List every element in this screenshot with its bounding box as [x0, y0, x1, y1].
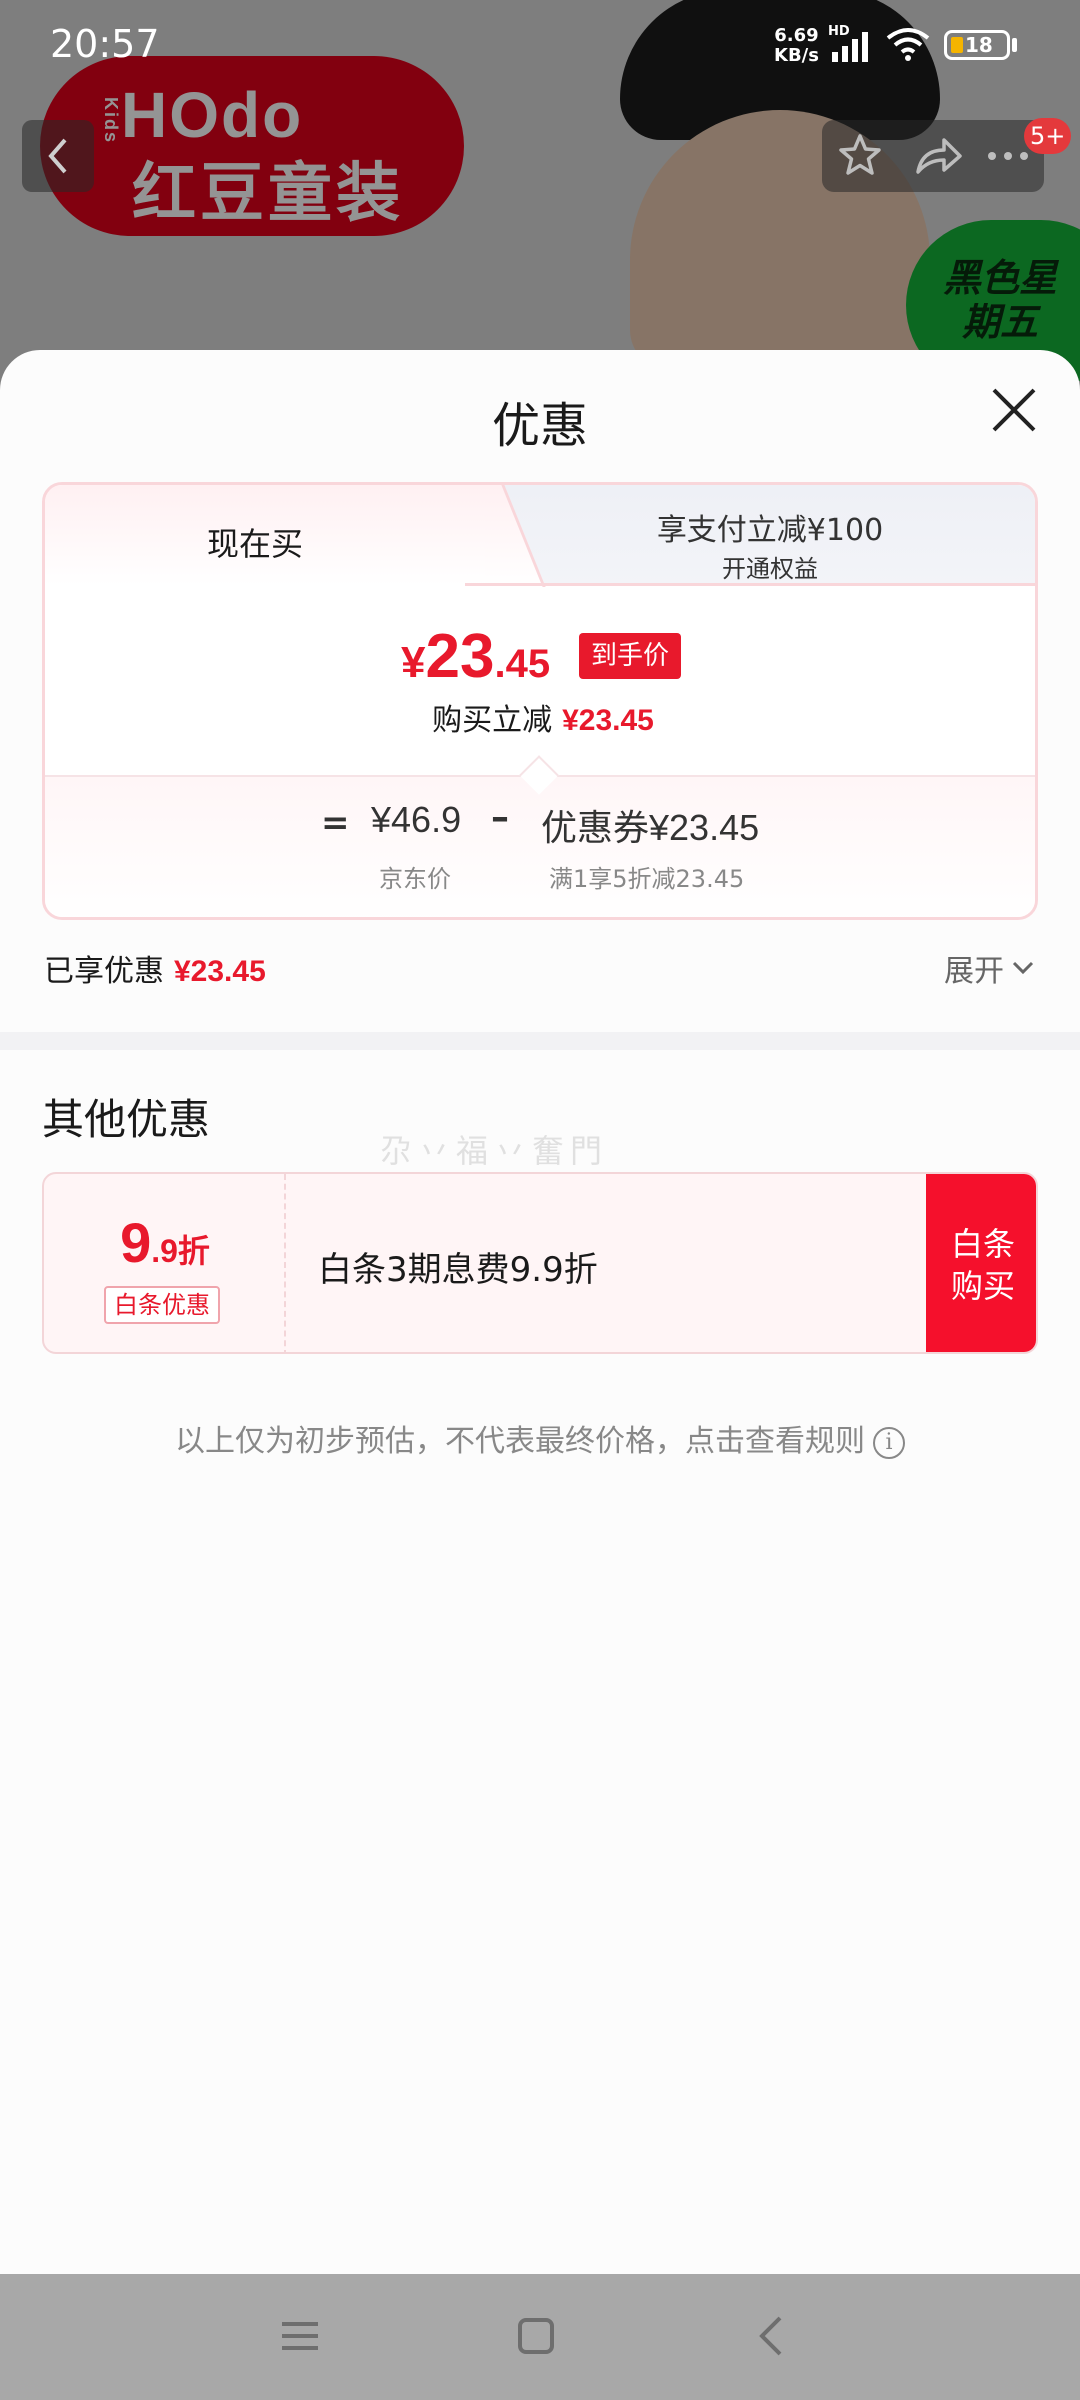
baitiao-buy-button[interactable]: 白条 购买 [926, 1174, 1036, 1352]
close-icon[interactable] [986, 382, 1042, 438]
tab-pay-discount-sub: 开通权益 [722, 555, 818, 583]
other-discounts-title: 其他优惠 [42, 1095, 211, 1144]
jd-price-label: 京东价 [379, 865, 451, 893]
info-icon: i [873, 1426, 905, 1459]
chevron-down-icon [1012, 961, 1034, 975]
minus-sign: – [491, 797, 509, 838]
equals-sign: = [321, 803, 350, 843]
discount-sheet: 优惠 现在买 享支付立减¥100 开通权益 ¥23.45 到手价 购买立减 ¥23… [0, 350, 1080, 2274]
section-divider [0, 1032, 1080, 1050]
expand-button[interactable]: 展开 [944, 946, 1034, 990]
star-icon[interactable] [832, 128, 888, 184]
watermark: 尕丷福丷奮門 [380, 1132, 609, 1170]
baitiao-tag: 白条优惠 [104, 1286, 220, 1324]
home-icon[interactable] [518, 2318, 554, 2354]
back-icon[interactable] [750, 2314, 794, 2358]
system-nav-bar [0, 2274, 1080, 2400]
final-price: ¥23.45 [401, 622, 551, 691]
final-price-badge: 到手价 [579, 633, 682, 679]
battery-icon: 18 [944, 30, 1010, 60]
chevron-left-icon [48, 138, 67, 174]
jd-price: ¥46.9 [371, 799, 462, 840]
tab-pay-discount-label: 享支付立减¥100 [656, 513, 884, 548]
baitiao-offer[interactable]: 9.9折 白条优惠 白条3期息费9.9折 白条 购买 [42, 1172, 1038, 1354]
menu-icon[interactable] [280, 2318, 320, 2354]
reduce-line: 购买立减 ¥23.45 [432, 703, 654, 738]
baitiao-discount: 9.9折 [120, 1211, 210, 1274]
status-bar: 20:57 6.69 KB/s HD 18 [0, 0, 1080, 90]
back-button[interactable] [22, 120, 94, 192]
coupon-desc: 满1享5折减23.45 [549, 865, 745, 893]
battery-level: 18 [965, 33, 993, 57]
tab-buy-now-label: 现在买 [206, 525, 303, 563]
coupon-value: 优惠券¥23.45 [541, 807, 760, 849]
wifi-icon [886, 28, 930, 61]
share-icon[interactable] [910, 128, 966, 184]
price-card: 现在买 享支付立减¥100 开通权益 ¥23.45 到手价 购买立减 ¥23.45… [42, 482, 1038, 920]
enjoyed-discount: 已享优惠 ¥23.45 [44, 954, 266, 989]
net-speed: 6.69 KB/s [774, 25, 819, 66]
status-time: 20:57 [50, 22, 160, 66]
sheet-title: 优惠 [491, 398, 588, 454]
disclaimer[interactable]: 以上仅为初步预估，不代表最终价格，点击查看规则 i [0, 1416, 1080, 1460]
baitiao-text: 白条3期息费9.9折 [318, 1250, 598, 1290]
signal-icon [832, 32, 868, 62]
cart-badge: 5+ [1024, 118, 1072, 154]
